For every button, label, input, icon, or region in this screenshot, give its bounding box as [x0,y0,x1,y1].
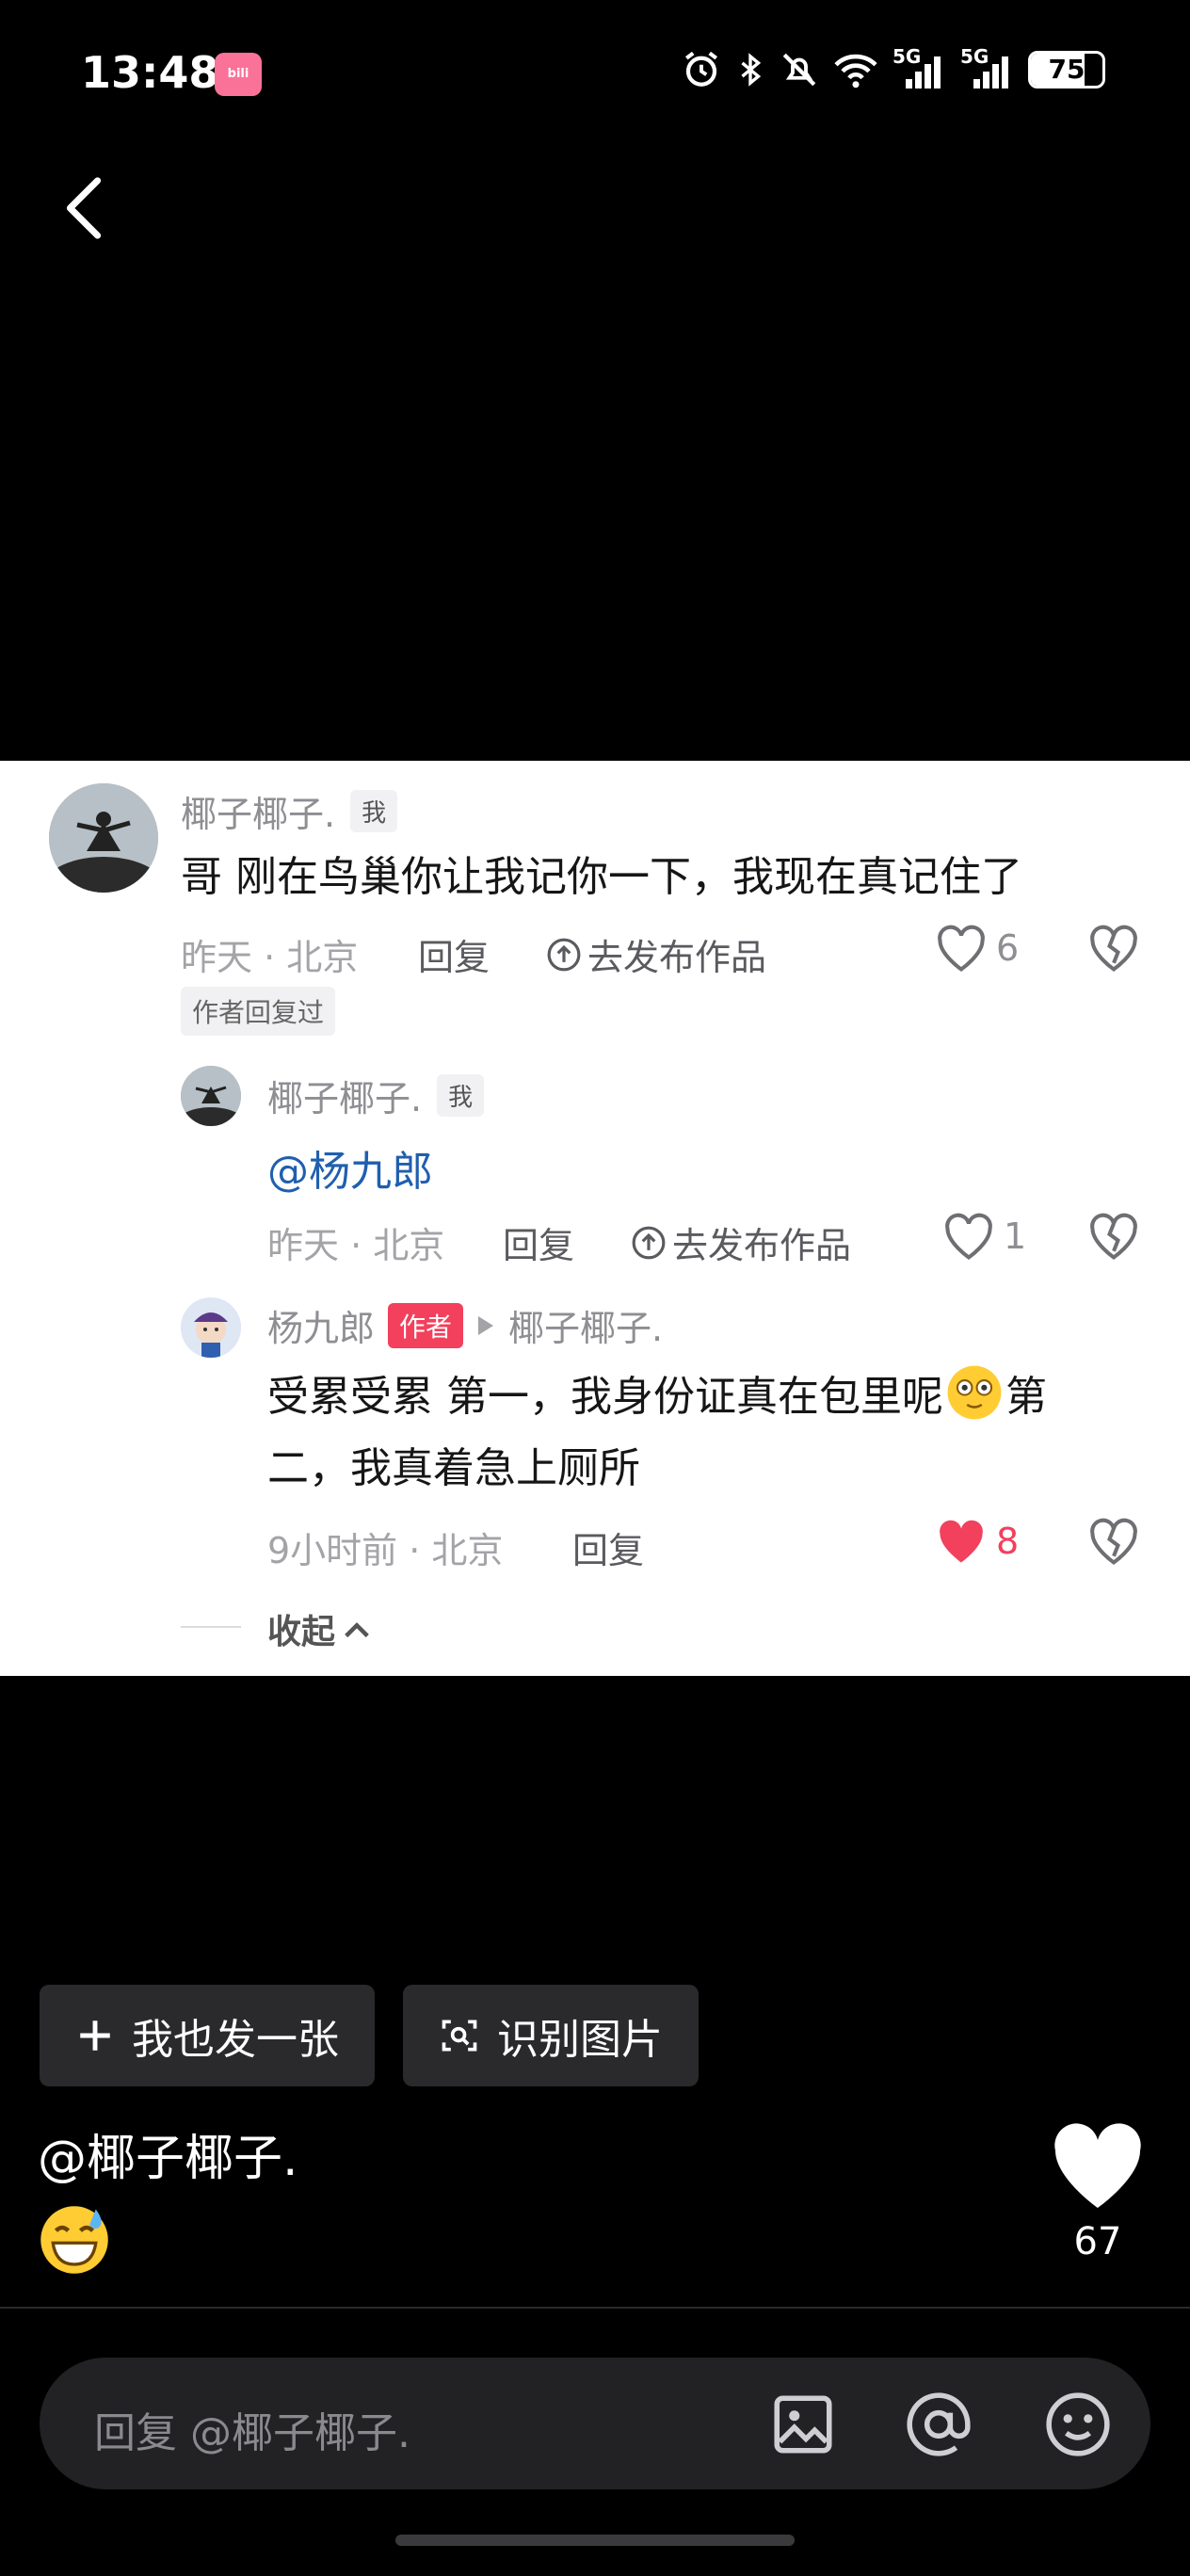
me-tag: 我 [350,790,398,832]
like-count: 8 [996,1521,1020,1562]
dislike-button[interactable] [1088,1213,1139,1264]
bilibili-app-icon: bili [215,53,262,96]
reply-button[interactable]: 回复 [572,1521,644,1573]
bluetooth-icon [741,53,762,87]
image-icon [774,2395,832,2454]
avatar[interactable] [49,783,158,893]
publish-work-button[interactable]: 去发布作品 [631,1216,851,1268]
author-avatar[interactable] [181,1297,241,1358]
reply-username[interactable]: 椰子椰子. [267,1070,422,1121]
reply-arrow-icon [478,1315,494,1335]
status-icons: 5G 5G 75 [682,45,1105,90]
alarm-icon [684,51,718,87]
reply-text-mention[interactable]: @杨九郎 [267,1137,433,1198]
heart-filled-icon [940,1520,983,1563]
status-time: 13:48 [81,47,219,98]
caption-mention[interactable]: @椰子椰子. [38,2118,298,2189]
emoji-button[interactable] [1043,2390,1113,2463]
comment-time-location: 昨天 · 北京 [181,937,359,978]
collapse-divider [181,1626,241,1628]
image-picker-button[interactable] [768,2390,838,2463]
dislike-button[interactable] [1088,1518,1139,1569]
me-tag: 我 [437,1074,485,1117]
collapse-button[interactable]: 收起 [267,1604,371,1653]
reply-input-bar[interactable]: 回复 @椰子椰子. [40,2358,1150,2489]
author-username[interactable]: 杨九郎 [267,1299,375,1351]
author-reply-time-location: 9小时前 · 北京 [267,1530,504,1571]
battery-icon: 75 [1028,51,1105,89]
dizzy-face-emoji [945,1363,1004,1422]
home-indicator [395,2535,795,2546]
sweat-grin-emoji [38,2203,111,2280]
reply-input[interactable]: 回复 @椰子椰子. [94,2399,410,2459]
author-tag: 作者 [388,1302,464,1348]
at-icon [907,2392,971,2456]
broken-heart-icon [1090,925,1137,972]
like-button[interactable]: 6 [936,925,1019,972]
publish-work-button[interactable]: 去发布作品 [546,928,766,980]
post-too-button[interactable]: 我也发一张 [40,1985,375,2086]
like-count: 6 [996,927,1020,969]
reply-button[interactable]: 回复 [503,1216,574,1268]
comment-card: 椰子椰子. 我 哥 刚在鸟巢你让我记你一下，我现在真记住了 昨天 · 北京 回复… [0,761,1190,1676]
comment-text[interactable]: 哥 刚在鸟巢你让我记你一下，我现在真记住了 [181,842,1122,913]
plus-icon [80,2021,110,2051]
like-button-liked[interactable]: 8 [936,1518,1019,1565]
wifi-icon [834,54,877,89]
dislike-button[interactable] [1088,925,1139,975]
mute-icon [782,53,816,87]
post-like-button[interactable] [1047,2118,1149,2216]
author-replied-badge: 作者回复过 [181,987,336,1036]
author-reply-text[interactable]: 受累受累 第一，我身份证真在包里呢第 二，我真着急上厕所 [267,1361,1134,1505]
heart-outline-icon [945,1213,992,1260]
reply-button[interactable]: 回复 [418,928,490,980]
post-like-count: 67 [1073,2220,1122,2263]
reply-avatar[interactable] [181,1066,241,1126]
broken-heart-icon [1090,1213,1137,1260]
upload-circle-icon [632,1226,666,1259]
heart-filled-icon [1054,2123,1141,2208]
scan-icon [442,2020,477,2052]
smiley-icon [1046,2392,1110,2456]
like-count: 1 [1004,1216,1027,1257]
like-button[interactable]: 1 [943,1213,1026,1260]
reply-to-username[interactable]: 椰子椰子. [508,1299,663,1351]
upload-circle-icon [547,938,581,971]
chevron-up-icon [345,1622,369,1638]
back-button[interactable] [56,175,113,241]
heart-outline-icon [938,925,985,972]
recognize-image-button[interactable]: 识别图片 [403,1985,699,2086]
mention-button[interactable] [904,2390,973,2463]
chevron-left-icon [66,177,102,239]
comment-username[interactable]: 椰子椰子. [181,785,335,837]
divider [0,2307,1190,2309]
broken-heart-icon [1090,1518,1137,1565]
signal-icon-2: 5G [960,45,1015,90]
signal-icon-1: 5G [892,45,947,90]
reply-time-location: 昨天 · 北京 [267,1225,445,1266]
